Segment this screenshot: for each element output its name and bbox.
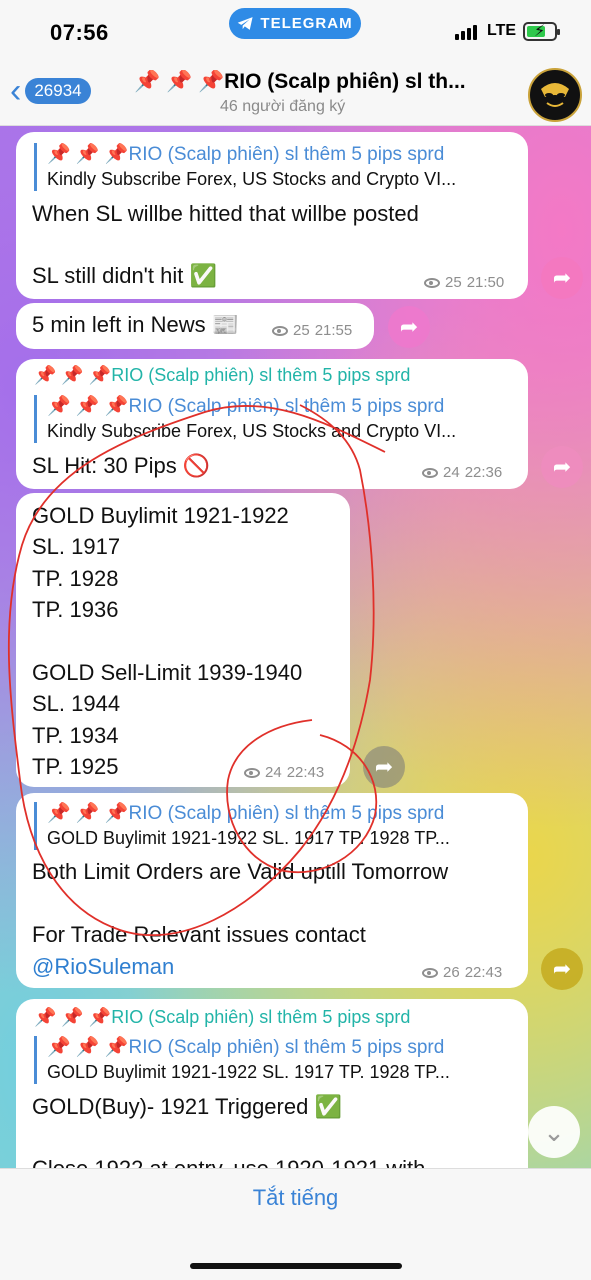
status-time: 07:56 [50,20,109,45]
channel-avatar[interactable] [528,68,582,122]
app-pill-label: TELEGRAM [260,15,353,32]
battery-icon: ⚡ [523,22,560,41]
view-count: 24 [265,764,282,781]
view-count: 26 [443,964,460,981]
view-count: 25 [293,322,310,339]
message-meta: 25 21:50 [424,274,504,291]
reply-quote[interactable]: 📌 📌 📌RIO (Scalp phiên) sl thêm 5 pips sp… [34,395,517,443]
message-text: SL Hit: 30 Pips 🚫 [32,453,211,478]
message-time: 22:36 [464,464,503,481]
views-eye-icon [272,325,288,336]
share-button[interactable]: ➦ [363,746,405,788]
forward-source: 📌 📌 📌RIO (Scalp phiên) sl thêm 5 pips sp… [47,144,445,165]
message-text: SL. 1917 [32,534,121,559]
subscriber-count: 46 người đăng ký [220,98,346,115]
message-text: For Trade Relevant issues contact [32,922,366,947]
message-bubble[interactable]: 5 min left in News 📰 25 21:55 [16,303,374,349]
message-text: Both Limit Orders are Valid uptill Tomor… [32,859,449,884]
view-count: 25 [445,274,462,291]
share-button[interactable]: ➦ [541,948,583,990]
share-button[interactable]: ➦ [388,306,430,348]
share-button[interactable]: ➦ [541,257,583,299]
network-type: LTE [487,22,517,39]
message-meta: 25 21:55 [272,322,352,339]
reply-preview: GOLD Buylimit 1921-1922 SL. 1917 TP. 192… [47,1062,450,1082]
share-button[interactable]: ➦ [541,446,583,488]
chevron-left-icon: ‹ [10,72,22,110]
telegram-plane-icon [238,17,253,30]
message-time: 21:55 [314,322,353,339]
forwarded-quote[interactable]: 📌 📌 📌RIO (Scalp phiên) sl thêm 5 pips sp… [34,143,517,191]
message-bubble[interactable]: 📌 📌 📌RIO (Scalp phiên) sl thêm 5 pips sp… [16,793,528,988]
views-eye-icon [422,967,438,978]
reply-preview: GOLD Buylimit 1921-1922 SL. 1917 TP. 192… [47,828,450,848]
sender-name[interactable]: 📌 📌 📌RIO (Scalp phiên) sl thêm 5 pips sp… [34,365,410,386]
views-eye-icon [244,767,260,778]
mute-button[interactable]: Tắt tiếng [0,1185,591,1211]
share-arrow-icon: ➦ [552,956,572,981]
channel-title[interactable]: 📌 📌 📌RIO (Scalp phiên) sl th... [134,70,514,94]
message-text: TP. 1925 [32,754,119,779]
signal-icon [455,24,477,40]
sender-name[interactable]: 📌 📌 📌RIO (Scalp phiên) sl thêm 5 pips sp… [34,1007,410,1028]
message-meta: 24 22:43 [244,764,324,781]
message-time: 21:50 [466,274,505,291]
forward-preview: Kindly Subscribe Forex, US Stocks and Cr… [47,169,457,189]
back-button[interactable]: ‹ 26934 [10,72,91,110]
message-time: 22:43 [286,764,325,781]
message-bubble[interactable]: 📌 📌 📌RIO (Scalp phiên) sl thêm 5 pips sp… [16,132,528,299]
message-text: 5 min left in News 📰 [32,312,240,337]
scroll-to-bottom-button[interactable]: ⌄ [528,1106,580,1158]
message-text: TP. 1936 [32,597,119,622]
message-meta: 24 22:36 [422,464,502,481]
message-text: When SL willbe hitted that willbe posted [32,201,419,226]
home-indicator [190,1263,402,1269]
reply-quote[interactable]: 📌 📌 📌RIO (Scalp phiên) sl thêm 5 pips sp… [34,1036,517,1084]
reply-title: 📌 📌 📌RIO (Scalp phiên) sl thêm 5 pips sp… [47,803,445,824]
message-text: GOLD Buylimit 1921-1922 [32,503,289,528]
message-text: SL still didn't hit ✅ [32,263,217,288]
reply-quote[interactable]: 📌 📌 📌RIO (Scalp phiên) sl thêm 5 pips sp… [34,802,517,850]
chevron-down-icon: ⌄ [543,1116,565,1147]
reply-title: 📌 📌 📌RIO (Scalp phiên) sl thêm 5 pips sp… [47,1037,445,1058]
chat-header: ‹ 26934 📌 📌 📌RIO (Scalp phiên) sl th... … [0,62,591,126]
share-arrow-icon: ➦ [399,314,419,339]
message-text: GOLD Sell-Limit 1939-1940 [32,660,303,685]
message-bubble[interactable]: GOLD Buylimit 1921-1922 SL. 1917 TP. 192… [16,493,350,787]
masked-face-icon [541,83,569,107]
view-count: 24 [443,464,460,481]
bottom-bar: Tắt tiếng [0,1168,591,1280]
views-eye-icon [422,467,438,478]
unread-count-badge: 26934 [25,78,91,104]
message-text: GOLD(Buy)- 1921 Triggered ✅ [32,1094,342,1119]
mention-link[interactable]: @RioSuleman [32,954,174,980]
message-text: TP. 1928 [32,566,119,591]
share-arrow-icon: ➦ [552,265,572,290]
message-time: 22:43 [464,964,503,981]
message-meta: 26 22:43 [422,964,502,981]
message-text: SL. 1944 [32,691,121,716]
views-eye-icon [424,277,440,288]
reply-title: 📌 📌 📌RIO (Scalp phiên) sl thêm 5 pips sp… [47,396,445,417]
message-bubble[interactable]: 📌 📌 📌RIO (Scalp phiên) sl thêm 5 pips sp… [16,359,528,489]
reply-preview: Kindly Subscribe Forex, US Stocks and Cr… [47,421,457,441]
message-text: TP. 1934 [32,723,119,748]
status-bar: 07:56 TELEGRAM LTE ⚡ [0,0,591,62]
share-arrow-icon: ➦ [374,754,394,779]
return-to-telegram-pill[interactable]: TELEGRAM [229,8,361,39]
share-arrow-icon: ➦ [552,454,572,479]
